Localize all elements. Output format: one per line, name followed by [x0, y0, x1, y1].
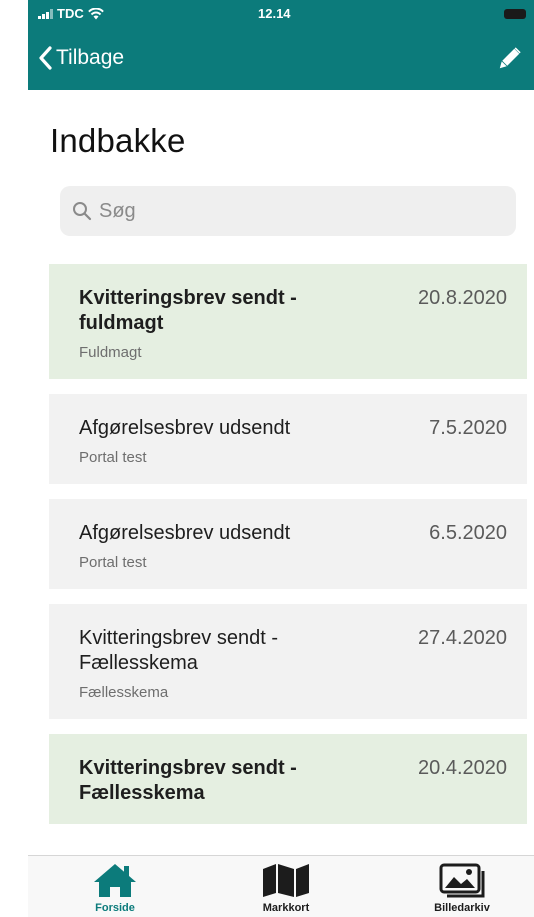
tab-billedarkiv[interactable]: Billedarkiv: [402, 862, 522, 914]
message-subject: Kvitteringsbrev sendt - Fællesskema: [79, 627, 278, 674]
tab-markkort[interactable]: Markkort: [226, 862, 346, 914]
tab-bar: Forside Markkort Billedarkiv: [28, 855, 534, 917]
search-icon: [73, 202, 92, 221]
message-date: 7.5.2020: [429, 417, 507, 439]
back-button[interactable]: Tilbage: [38, 46, 124, 70]
status-left: TDC: [38, 6, 104, 21]
message-subject: Kvitteringsbrev sendt - fuldmagt: [79, 287, 297, 334]
back-label: Tilbage: [56, 46, 125, 69]
pencil-icon: [499, 47, 521, 69]
tab-label: Forside: [95, 902, 135, 914]
message-list: Kvitteringsbrev sendt - fuldmagt 20.8.202…: [49, 264, 527, 839]
navigation-bar: Tilbage: [28, 30, 534, 90]
battery-icon: [504, 9, 526, 19]
search-input[interactable]: Søg: [60, 186, 516, 236]
message-category: Fuldmagt: [79, 344, 142, 361]
page-title: Indbakke: [50, 122, 186, 159]
wifi-icon: [87, 7, 104, 19]
status-time: 12.14: [258, 6, 291, 21]
tab-label: Billedarkiv: [434, 902, 490, 914]
message-date: 20.8.2020: [418, 287, 507, 309]
edit-button[interactable]: [494, 44, 524, 79]
message-item[interactable]: Afgørelsesbrev udsendt 7.5.2020 Portal tes…: [49, 394, 527, 484]
tab-label: Markkort: [262, 902, 310, 914]
message-date: 20.4.2020: [418, 757, 507, 779]
chevron-left-icon: [39, 46, 52, 70]
message-date: 27.4.2020: [418, 627, 507, 649]
message-subject: Kvitteringsbrev sendt - Fællesskema: [79, 757, 297, 804]
signal-icon: [38, 8, 53, 19]
message-category: Fællesskema: [79, 684, 169, 701]
message-item[interactable]: Kvitteringsbrev sendt - Fællesskema 27.4.…: [49, 604, 527, 719]
message-category: Portal test: [79, 449, 147, 466]
status-bar: TDC 12.14: [28, 0, 534, 30]
message-category: Portal test: [79, 554, 147, 571]
search-placeholder: Søg: [99, 199, 136, 222]
message-item[interactable]: Kvitteringsbrev sendt - fuldmagt 20.8.202…: [49, 264, 527, 379]
message-item[interactable]: Kvitteringsbrev sendt - Fællesskema 20.4.…: [49, 734, 527, 824]
message-date: 6.5.2020: [429, 522, 507, 544]
photo-archive-icon: [439, 863, 485, 898]
home-icon: [94, 864, 136, 897]
carrier-label: TDC: [57, 6, 84, 21]
app-screen: TDC 12.14 Tilbage Indbakke Søg Kvitterin…: [28, 0, 534, 917]
tab-forside[interactable]: Forside: [55, 862, 175, 914]
message-subject: Afgørelsesbrev udsendt: [79, 522, 291, 544]
map-icon: [263, 864, 309, 897]
message-subject: Afgørelsesbrev udsendt: [79, 417, 291, 439]
message-item[interactable]: Afgørelsesbrev udsendt 6.5.2020 Portal tes…: [49, 499, 527, 589]
